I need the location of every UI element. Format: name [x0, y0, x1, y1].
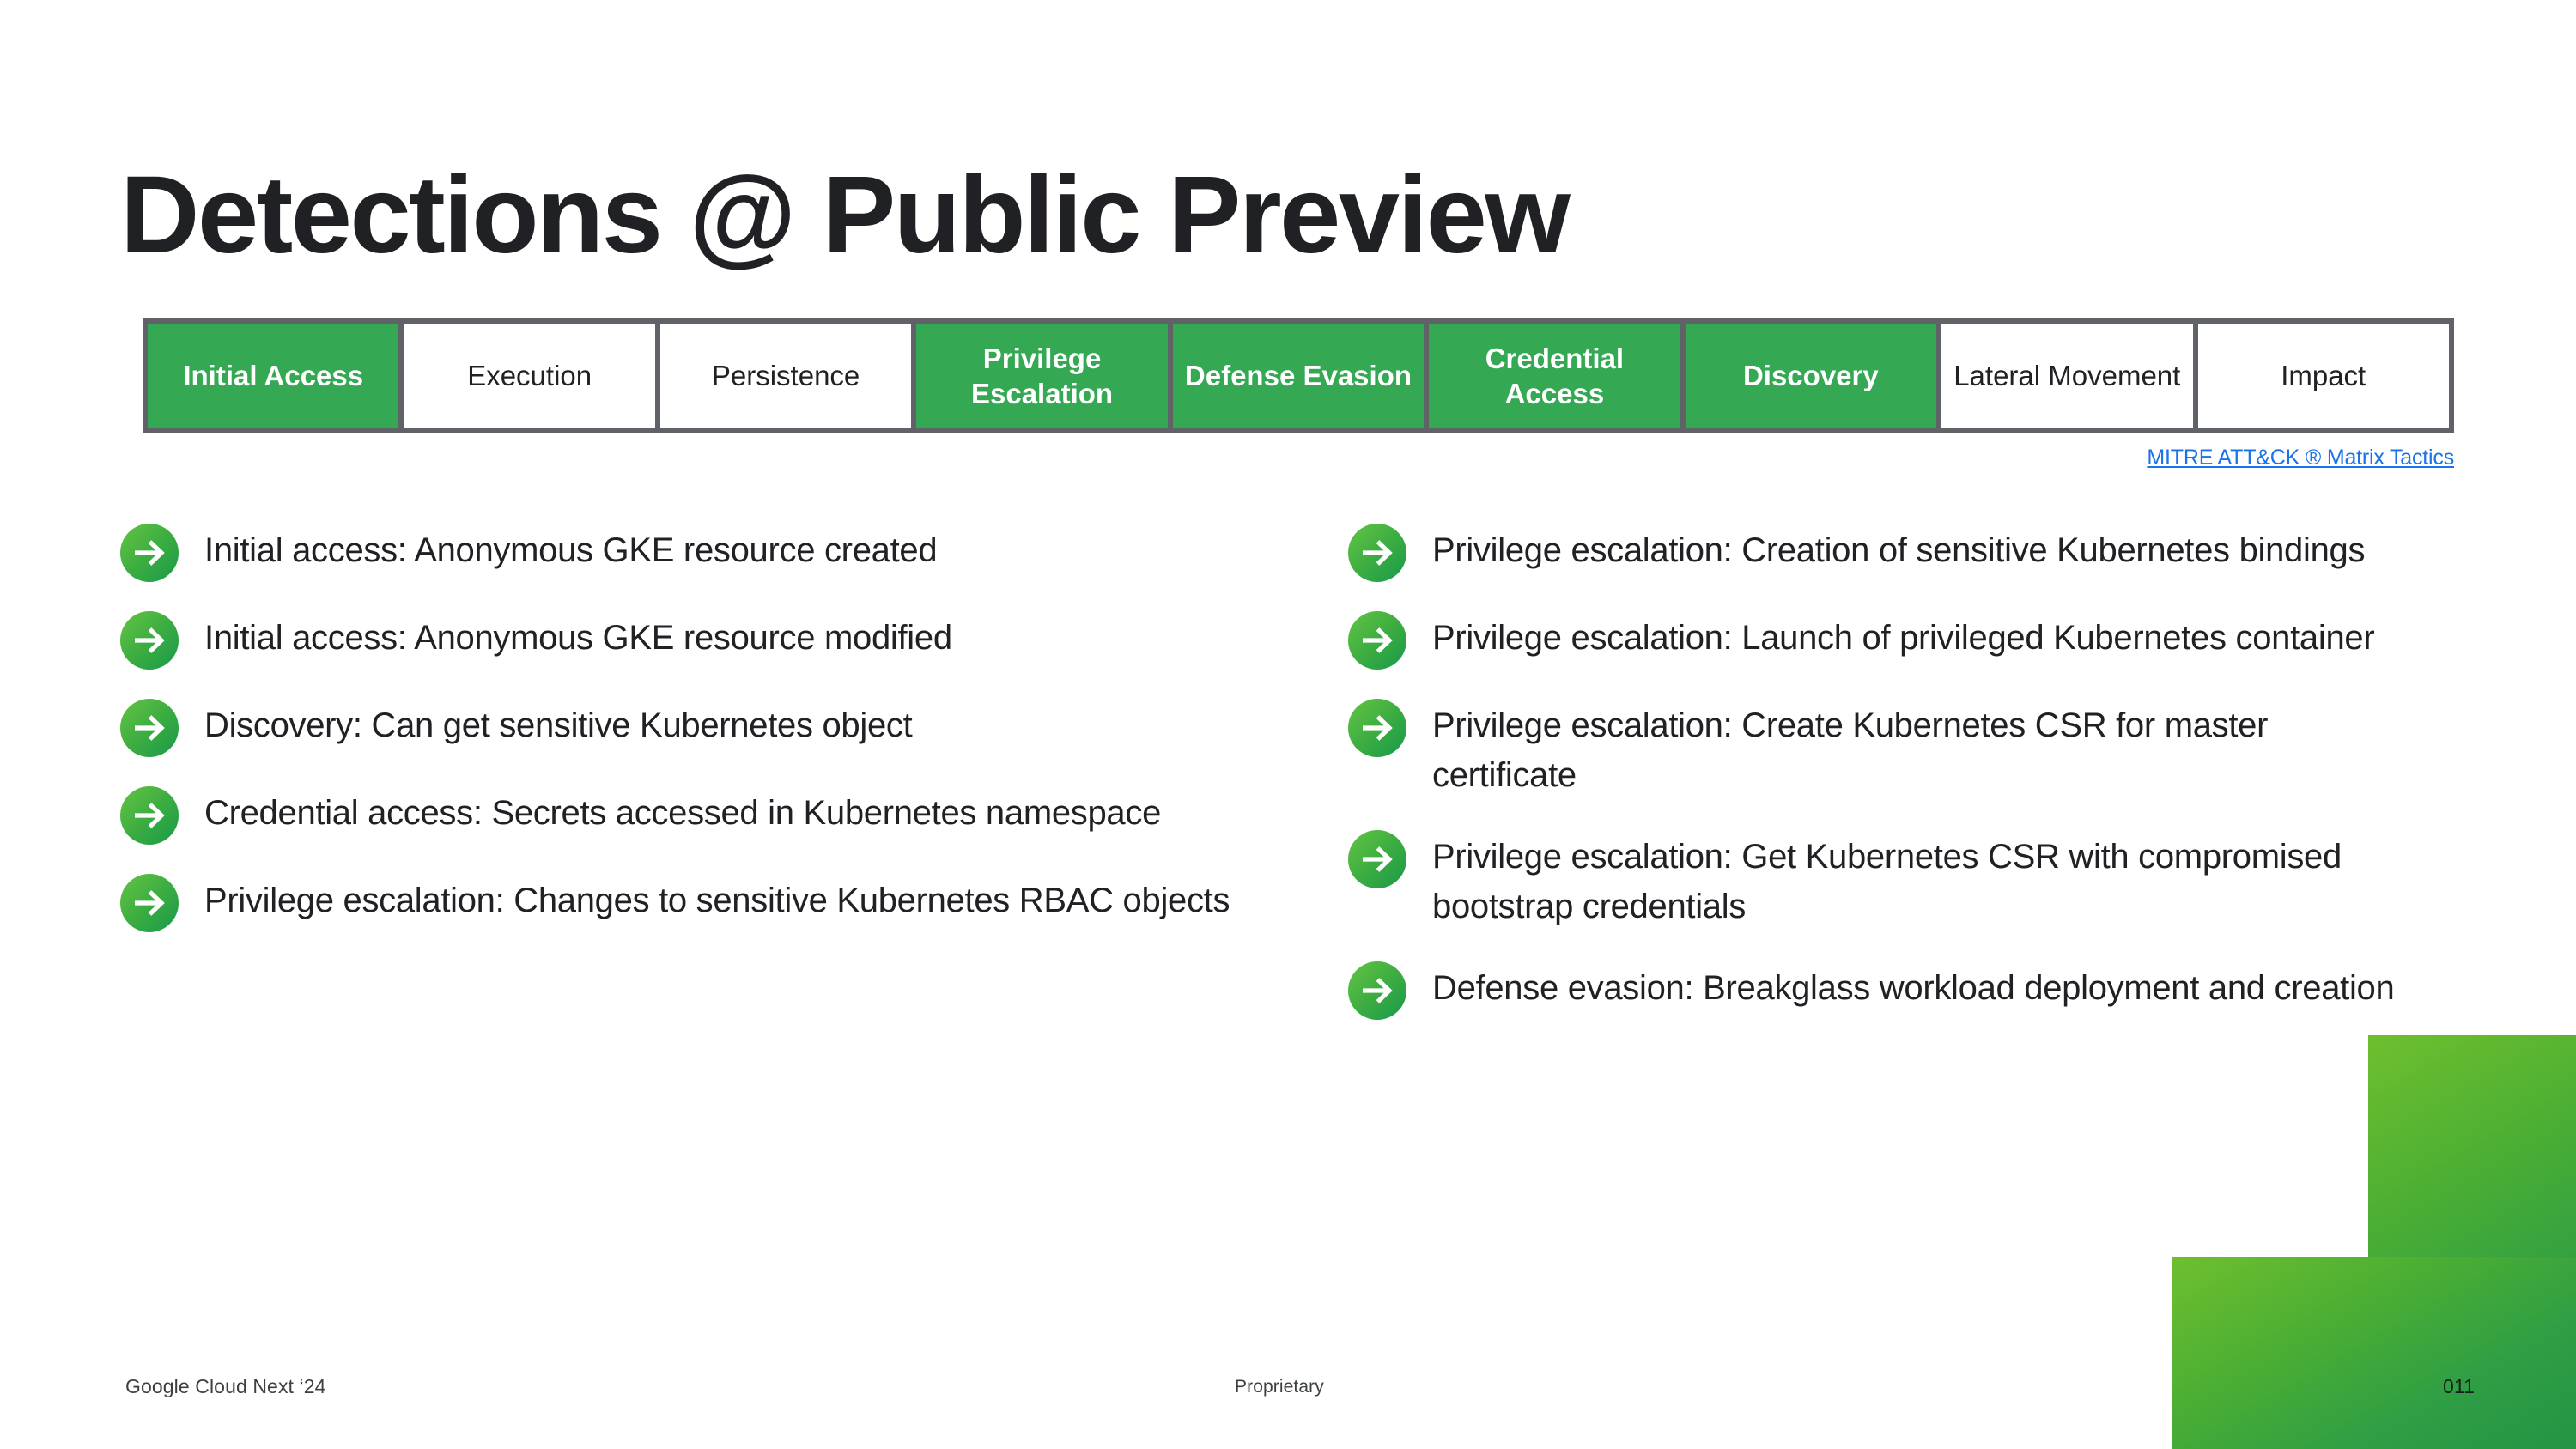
detection-item-label: Privilege escalation: Creation of sensit…: [1432, 531, 2366, 569]
footer-proprietary-label: Proprietary: [1235, 1377, 1324, 1397]
arrow-right-icon: [120, 874, 179, 932]
detection-item: Defense evasion: Breakglass workload dep…: [1348, 960, 2404, 1020]
tactic-cell-label: Persistence: [711, 360, 860, 392]
tactic-cell-lateral-movement[interactable]: Lateral Movement: [1939, 324, 2196, 428]
detection-item: Privilege escalation: Create Kubernetes …: [1348, 697, 2404, 801]
tactic-cell-credential-access[interactable]: Credential Access: [1426, 324, 1683, 428]
decoration-block-wide: [2172, 1257, 2576, 1449]
tactic-cell-persistence[interactable]: Persistence: [657, 324, 914, 428]
detection-item-label: Privilege escalation: Get Kubernetes CSR…: [1432, 837, 2342, 926]
detections-right-column: Privilege escalation: Creation of sensit…: [1348, 522, 2404, 1047]
detection-item: Discovery: Can get sensitive Kubernetes …: [120, 697, 1254, 757]
tactic-cell-label: Execution: [467, 360, 592, 392]
mitre-attack-matrix-link[interactable]: MITRE ATT&CK ® Matrix Tactics: [2147, 446, 2454, 470]
arrow-right-icon: [1348, 961, 1406, 1020]
arrow-right-icon: [1348, 611, 1406, 670]
detection-item-label: Initial access: Anonymous GKE resource c…: [204, 531, 938, 569]
detection-item: Privilege escalation: Changes to sensiti…: [120, 872, 1254, 932]
detection-item-label: Defense evasion: Breakglass workload dep…: [1432, 968, 2395, 1007]
footer-page-number: 011: [2443, 1375, 2475, 1397]
tactic-cell-initial-access[interactable]: Initial Access: [148, 324, 402, 428]
arrow-right-icon: [1348, 524, 1406, 582]
arrow-right-icon: [120, 524, 179, 582]
arrow-right-icon: [120, 699, 179, 757]
page-title: Detections @ Public Preview: [120, 153, 1571, 276]
arrow-right-icon: [1348, 829, 1406, 888]
detection-item-label: Discovery: Can get sensitive Kubernetes …: [204, 706, 913, 744]
tactic-cell-defense-evasion[interactable]: Defense Evasion: [1170, 324, 1427, 428]
arrow-right-icon: [120, 786, 179, 845]
detections-left-column: Initial access: Anonymous GKE resource c…: [120, 522, 1254, 960]
tactic-cell-label: Lateral Movement: [1953, 360, 2181, 392]
tactic-cell-label: Defense Evasion: [1184, 360, 1413, 392]
detection-item-label: Privilege escalation: Changes to sensiti…: [204, 882, 1230, 919]
tactic-cell-label: Credential Access: [1485, 342, 1625, 409]
detection-item: Privilege escalation: Launch of privileg…: [1348, 609, 2404, 670]
tactic-cell-execution[interactable]: Execution: [401, 324, 658, 428]
corner-decoration: [2172, 1035, 2576, 1449]
arrow-right-icon: [120, 611, 179, 670]
detection-item: Privilege escalation: Get Kubernetes CSR…: [1348, 828, 2404, 932]
tactic-cell-privilege-escalation[interactable]: Privilege Escalation: [914, 324, 1170, 428]
footer-event-label: Google Cloud Next ‘24: [125, 1375, 326, 1397]
detection-item: Initial access: Anonymous GKE resource m…: [120, 609, 1254, 670]
detection-item: Credential access: Secrets accessed in K…: [120, 785, 1254, 845]
tactic-cell-discovery[interactable]: Discovery: [1682, 324, 1940, 428]
tactic-cell-label: Initial Access: [183, 360, 364, 392]
detection-item: Privilege escalation: Creation of sensit…: [1348, 522, 2404, 582]
tactic-cell-impact[interactable]: Impact: [2195, 324, 2449, 428]
tactic-cell-label: Privilege Escalation: [970, 342, 1114, 409]
detection-item-label: Credential access: Secrets accessed in K…: [204, 794, 1162, 832]
detection-item-label: Initial access: Anonymous GKE resource m…: [204, 619, 952, 657]
tactic-cell-label: Discovery: [1742, 360, 1879, 392]
arrow-right-icon: [1348, 699, 1406, 757]
tactics-matrix: Initial Access Execution Persistence Privil…: [143, 318, 2454, 433]
tactic-cell-label: Impact: [2281, 360, 2366, 392]
detection-item: Initial access: Anonymous GKE resource c…: [120, 522, 1254, 582]
detection-item-label: Privilege escalation: Create Kubernetes …: [1432, 706, 2269, 795]
detection-item-label: Privilege escalation: Launch of privileg…: [1432, 619, 2375, 657]
